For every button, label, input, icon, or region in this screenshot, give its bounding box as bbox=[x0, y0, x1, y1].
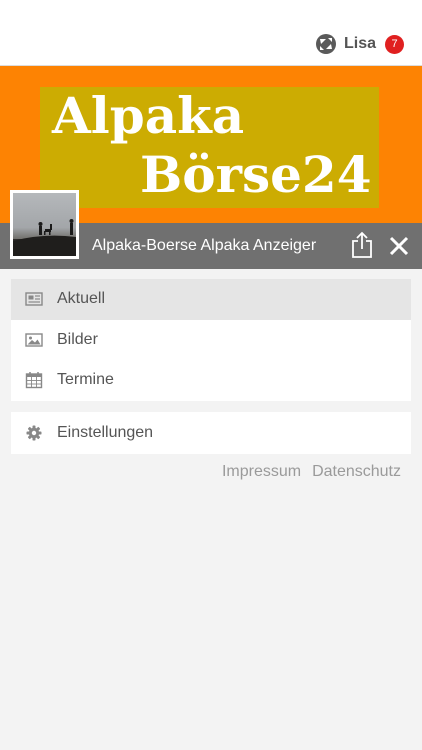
image-icon bbox=[25, 333, 43, 347]
avatar-photo bbox=[13, 219, 76, 256]
menu-label-aktuell: Aktuell bbox=[57, 290, 106, 308]
footer-links: Impressum Datenschutz bbox=[211, 463, 401, 481]
menu-label-termine: Termine bbox=[57, 371, 114, 389]
impressum-link[interactable]: Impressum bbox=[222, 463, 301, 481]
brand-logo-line1: Alpaka bbox=[52, 86, 245, 145]
top-bar: Lisa 7 bbox=[0, 0, 422, 66]
user-name[interactable]: Lisa bbox=[344, 35, 376, 53]
datenschutz-link[interactable]: Datenschutz bbox=[312, 463, 401, 481]
menu-item-bilder[interactable]: Bilder bbox=[11, 320, 411, 361]
brand-logo: Alpaka Börse24 bbox=[40, 87, 379, 208]
menu-item-einstellungen[interactable]: Einstellungen bbox=[11, 412, 411, 454]
user-menu[interactable]: Lisa 7 bbox=[315, 31, 404, 57]
brand-logo-line2: Börse24 bbox=[140, 145, 372, 204]
app-logo-icon bbox=[315, 34, 336, 54]
calendar-icon bbox=[25, 372, 43, 389]
settings-menu: Einstellungen bbox=[11, 412, 411, 454]
gear-icon bbox=[26, 425, 42, 441]
profile-title: Alpaka-Boerse Alpaka Anzeiger bbox=[92, 237, 317, 254]
menu-item-termine[interactable]: Termine bbox=[11, 360, 411, 401]
share-icon[interactable] bbox=[350, 231, 374, 259]
notification-badge[interactable]: 7 bbox=[385, 34, 404, 54]
menu-item-aktuell[interactable]: Aktuell bbox=[11, 279, 411, 320]
newspaper-icon bbox=[25, 292, 43, 306]
menu-label-einstellungen: Einstellungen bbox=[57, 424, 154, 441]
main-menu: Aktuell Bilder Termine bbox=[11, 279, 411, 401]
profile-avatar[interactable] bbox=[10, 190, 79, 259]
menu-label-bilder: Bilder bbox=[57, 330, 98, 348]
close-icon[interactable] bbox=[388, 235, 410, 257]
